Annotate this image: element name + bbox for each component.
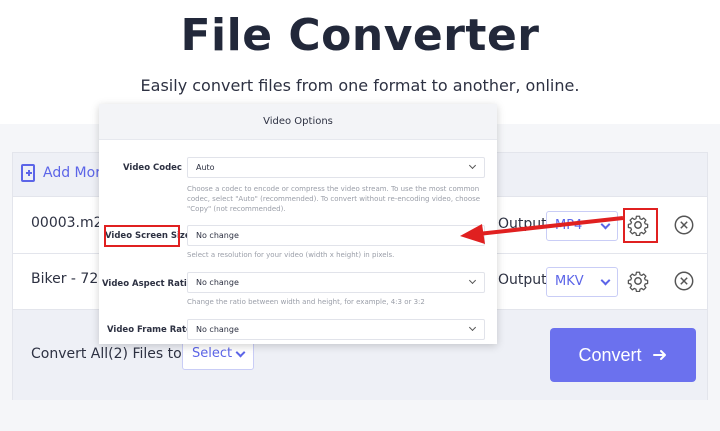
- modal-title: Video Options: [99, 104, 497, 140]
- select-label: Select: [192, 346, 233, 361]
- output-label: Output:: [498, 216, 552, 232]
- screen-size-highlight-box: [104, 225, 180, 247]
- page-subtitle: Easily convert files from one format to …: [140, 76, 580, 95]
- chevron-down-icon: [600, 219, 611, 230]
- chevron-down-icon: [468, 323, 477, 332]
- video-screen-size-select[interactable]: No change: [187, 225, 485, 246]
- video-aspect-ratio-help: Change the ratio between width and heigh…: [187, 298, 425, 306]
- file-name: Biker - 727: [31, 271, 108, 287]
- video-screen-size-value: No change: [196, 231, 239, 240]
- add-more-button[interactable]: Add More: [21, 164, 109, 182]
- video-codec-select[interactable]: Auto: [187, 157, 485, 178]
- output-format-select[interactable]: MP4: [546, 211, 618, 241]
- output-format-select[interactable]: MKV: [546, 267, 618, 297]
- convert-all-label: Convert All(2) Files to:: [31, 346, 187, 362]
- close-icon[interactable]: [673, 270, 695, 292]
- video-aspect-ratio-value: No change: [196, 278, 239, 287]
- gear-highlight-box: [623, 208, 658, 243]
- convert-button[interactable]: Convert: [550, 328, 696, 382]
- file-name: 00003.m2: [31, 215, 103, 231]
- video-frame-rate-value: No change: [196, 325, 239, 334]
- video-codec-value: Auto: [196, 163, 215, 172]
- output-format-value: MKV: [555, 274, 584, 289]
- chevron-down-icon: [235, 347, 246, 358]
- chevron-down-icon: [468, 161, 477, 170]
- chevron-down-icon: [600, 275, 611, 286]
- video-frame-rate-label: Video Frame Rate: [107, 325, 192, 335]
- close-icon[interactable]: [673, 214, 695, 236]
- video-screen-size-help: Select a resolution for your video (widt…: [187, 251, 395, 259]
- page-title: File Converter: [180, 10, 540, 61]
- video-codec-help: Choose a codec to encode or compress the…: [187, 185, 481, 213]
- chevron-down-icon: [468, 276, 477, 285]
- video-aspect-ratio-select[interactable]: No change: [187, 272, 485, 293]
- video-aspect-ratio-label: Video Aspect Ratio: [102, 279, 193, 289]
- video-options-modal: Video Options Video Codec Auto Choose a …: [99, 104, 497, 344]
- convert-label: Convert: [578, 344, 642, 365]
- video-frame-rate-select[interactable]: No change: [187, 319, 485, 340]
- output-format-value: MP4: [555, 218, 583, 233]
- gear-icon[interactable]: [627, 270, 649, 292]
- arrow-right-icon: [652, 350, 666, 360]
- video-codec-label: Video Codec: [123, 163, 182, 173]
- output-label: Output:: [498, 272, 552, 288]
- file-plus-icon: [21, 164, 35, 182]
